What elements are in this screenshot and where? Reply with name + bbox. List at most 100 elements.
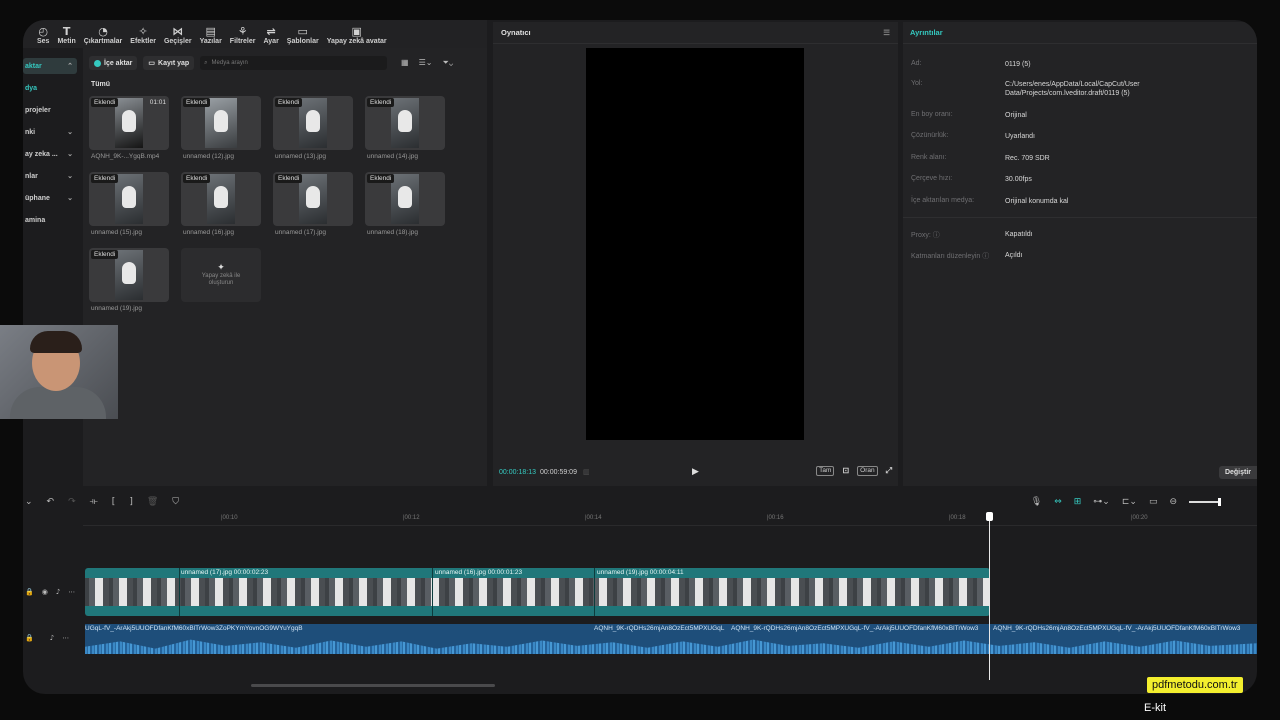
clip-label: unnamed (17).jpg 00:00:02:23 (181, 569, 269, 576)
preview-axis-icon[interactable]: ⊏⌄ (1122, 497, 1137, 507)
tool-templates[interactable]: ▭ Şablonlar (287, 26, 319, 48)
audio-track[interactable]: UGqL-fV_-ArAkj5UUOFDfanKfM60xBlTrWow3ZoP… (85, 624, 1257, 654)
section-label: Tümü (91, 81, 111, 88)
shield-icon[interactable]: ⛉ (172, 497, 179, 507)
media-thumbnail: Eklendi (181, 172, 261, 226)
audio-icon: ◴ (38, 25, 49, 38)
text-icon: T (62, 25, 71, 38)
playhead[interactable] (986, 512, 993, 680)
microphone-icon[interactable]: 🎙 (1031, 497, 1042, 507)
details-title: Ayrıntılar (903, 22, 1257, 44)
media-item[interactable]: Eklendi unnamed (17).jpg (273, 172, 353, 248)
effects-icon: ✧ (138, 25, 148, 38)
video-frames (85, 578, 990, 606)
zoom-slider[interactable] (1189, 498, 1221, 506)
templates-icon: ▭ (297, 25, 308, 38)
delete-icon[interactable]: 🗑 (147, 497, 158, 507)
play-button[interactable]: ▶ (692, 466, 699, 477)
media-item[interactable]: Eklendi unnamed (14).jpg (365, 96, 445, 172)
sort-icon[interactable]: ☰⌄ (419, 58, 433, 68)
media-item[interactable]: Eklendi 01:01 AQNH_9K-...YgqB.mp4 (89, 96, 169, 172)
link-icon[interactable]: ⊞ (1074, 497, 1082, 507)
media-item[interactable]: Eklendi unnamed (18).jpg (365, 172, 445, 248)
menu-icon[interactable]: ☰ (883, 28, 890, 37)
snapshot-icon[interactable]: ⊡ (842, 466, 849, 476)
lock-icon[interactable]: 🔒 (25, 634, 34, 642)
captions-icon: ▤ (205, 25, 216, 38)
chevron-down-icon[interactable]: ⌄ (25, 497, 33, 507)
time-ruler[interactable]: |00:10 |00:12 |00:14 |00:16 |00:18 |00:2… (83, 514, 1257, 526)
tool-adjust[interactable]: ⇌ Ayar (263, 26, 278, 48)
more-icon[interactable]: ⋯ (68, 588, 75, 596)
video-track[interactable]: unnamed (17).jpg 00:00:02:23 unnamed (16… (85, 568, 990, 616)
filters-icon: ⚘ (237, 25, 248, 38)
adjust-icon: ⇌ (266, 25, 276, 38)
transitions-icon: ⋈ (172, 25, 184, 38)
sidebar-item-nki[interactable]: nki ⌄ (23, 124, 77, 140)
media-item[interactable]: Eklendi unnamed (15).jpg (89, 172, 169, 248)
search-input[interactable]: ⌕ Medya arayın (200, 56, 388, 70)
media-thumbnail: Eklendi 01:01 (89, 96, 169, 150)
tool-audio[interactable]: ◴ Ses (37, 26, 49, 48)
detail-row: Katmanları düzenleyin ⓘ Açıldı (911, 252, 1023, 260)
undo-icon[interactable]: ↶ (47, 497, 55, 507)
tool-filters[interactable]: ⚘ Filtreler (230, 26, 256, 48)
split-icon[interactable]: ⟛ (90, 497, 98, 507)
filter-icon[interactable]: ⏷⌄ (442, 58, 453, 68)
chain-icon[interactable]: ⊶⌄ (1093, 497, 1110, 507)
audio-waveform (85, 639, 1257, 654)
sidebar-item-import[interactable]: aktar ⌃ (23, 58, 77, 74)
sidebar-item-library[interactable]: üphane ⌄ (23, 190, 77, 206)
modify-button[interactable]: Değiştir (1218, 466, 1257, 479)
sparkle-icon: ✦ (217, 261, 225, 272)
redo-icon[interactable]: ↷ (68, 497, 76, 507)
media-item[interactable]: Eklendi unnamed (12).jpg (181, 96, 261, 172)
tool-stickers[interactable]: ◔ Çıkartmalar (84, 26, 123, 48)
trim-left-icon[interactable]: [ (112, 497, 116, 507)
zoom-out-icon[interactable]: ⊖ (1169, 497, 1177, 507)
media-item[interactable]: Eklendi unnamed (19).jpg (89, 248, 169, 324)
clip-label: unnamed (19).jpg 00:00:04:11 (597, 569, 684, 576)
grid-view-icon[interactable]: ▦ (401, 58, 409, 68)
ratio-button[interactable]: Oran (857, 466, 878, 476)
sidebar-item-projects[interactable]: projeler (23, 102, 77, 118)
sidebar-item-amina[interactable]: amina (23, 212, 77, 228)
tool-ai-avatar[interactable]: ▣ Yapay zekâ avatar (327, 26, 387, 48)
sidebar-item-nlar[interactable]: nlar ⌄ (23, 168, 77, 184)
caption-icon[interactable]: ▭ (1149, 497, 1158, 507)
magnet-icon[interactable]: ⇔ (1054, 497, 1062, 507)
speaker-icon[interactable]: ♪ (56, 588, 60, 596)
media-item[interactable]: Eklendi unnamed (16).jpg (181, 172, 261, 248)
tool-transitions[interactable]: ⋈ Geçişler (164, 26, 192, 48)
import-button[interactable]: İçe aktar (89, 56, 138, 70)
more-icon[interactable]: ⋯ (62, 634, 69, 642)
fullscreen-icon[interactable]: ⤢ (886, 466, 892, 476)
avatar-icon: ▣ (351, 25, 362, 38)
record-button[interactable]: ▭ Kayıt yap (143, 56, 195, 70)
full-button[interactable]: Tam (816, 466, 835, 476)
ai-create-card[interactable]: ✦ Yapay zekâ ile oluşturun (181, 248, 261, 324)
media-thumbnail: Eklendi (273, 96, 353, 150)
trim-right-icon[interactable]: ] (129, 497, 133, 507)
media-item[interactable]: Eklendi unnamed (13).jpg (273, 96, 353, 172)
clip-label: AQNH_9K-rQDHs26mjAn8OzEct5MPXUGqL (594, 625, 725, 632)
detail-row: En boy oranı: Orijinal (911, 111, 1027, 119)
speaker-icon[interactable]: ♪ (50, 634, 54, 642)
tool-effects[interactable]: ✧ Efektler (130, 26, 156, 48)
tool-text[interactable]: T Metin (57, 26, 75, 48)
audio-track-controls: 🔒 ♪ ⋯ (23, 634, 83, 642)
sidebar-item-media[interactable]: dya (23, 80, 77, 96)
lock-icon[interactable]: 🔒 (25, 588, 34, 596)
preview-screen[interactable] (586, 48, 804, 440)
sidebar-item-ai[interactable]: ay zeka ... ⌄ (23, 146, 77, 162)
tool-captions[interactable]: ▤ Yazılar (200, 26, 222, 48)
horizontal-scrollbar[interactable] (251, 684, 495, 687)
camera-icon: ▭ (148, 60, 156, 67)
detail-row: Çözünürlük: Uyarlandı (911, 132, 1035, 140)
media-thumbnail: Eklendi (89, 248, 169, 302)
app-window: ◴ Ses T Metin ◔ Çıkartmalar ✧ Efektler ⋈ Geçi… (23, 20, 1257, 694)
eye-icon[interactable]: ◉ (42, 588, 48, 596)
waveform-toggle-icon[interactable]: ▥ (583, 468, 590, 476)
detail-row: İçe aktarılan medya: Orijinal konumda kal (911, 197, 1069, 205)
detail-row: Ad: 0119 (5) (911, 60, 1031, 68)
